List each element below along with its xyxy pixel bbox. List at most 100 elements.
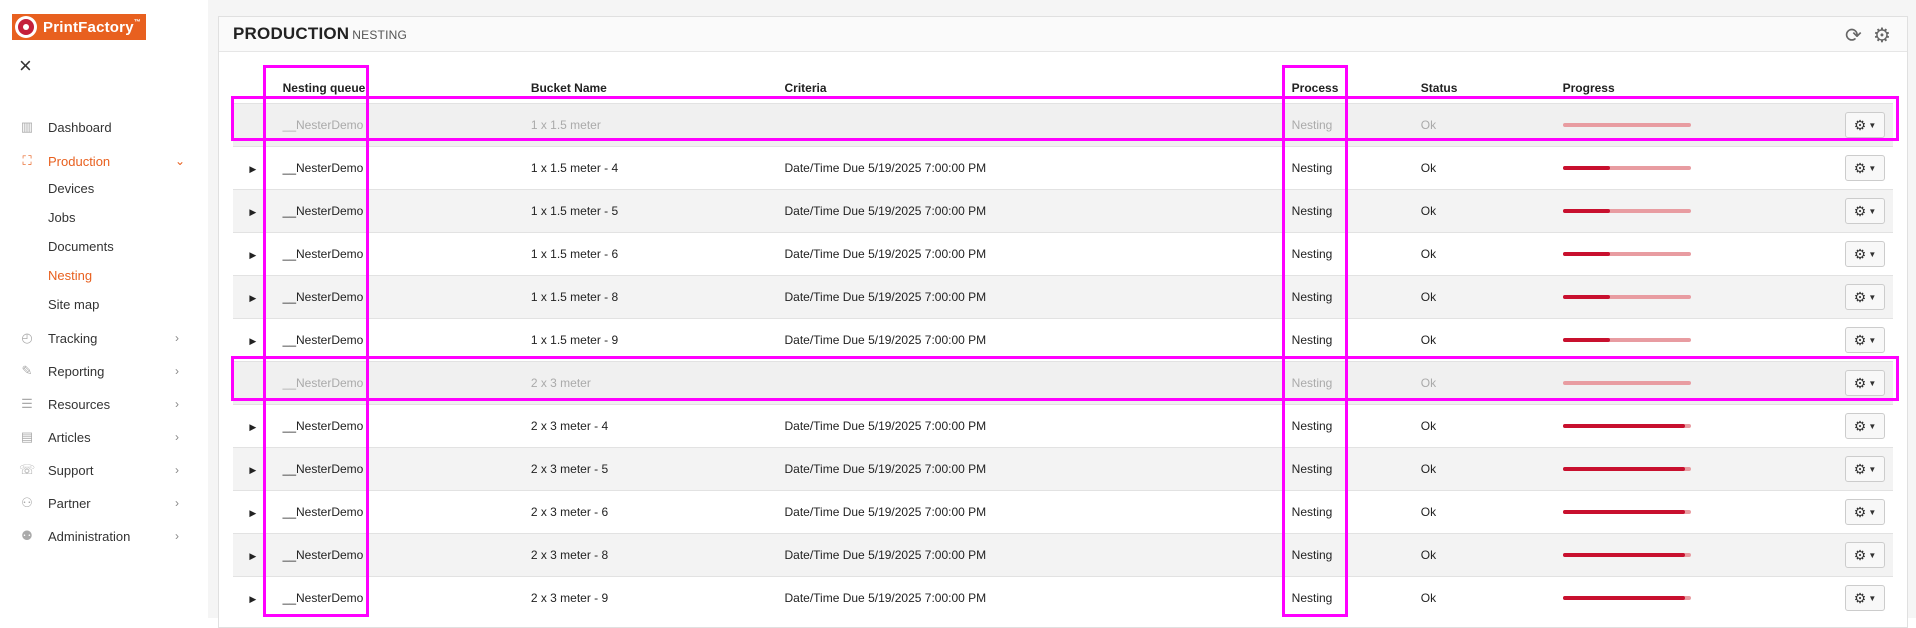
reporting-icon: ✎	[21, 363, 33, 378]
sidebar-item-dashboard[interactable]: ▥ Dashboard	[0, 115, 208, 139]
table-row[interactable]: __NesterDemo 2 x 3 meter Nesting Ok ⚙ ▼	[233, 361, 1893, 405]
row-actions-button[interactable]: ⚙ ▼	[1845, 413, 1885, 439]
cell-nesting-queue: __NesterDemo	[272, 189, 531, 233]
sidebar-item-reporting[interactable]: ✎ Reporting ›	[0, 359, 208, 383]
table-row[interactable]: ▶ __NesterDemo 1 x 1.5 meter - 9 Date/Time …	[233, 318, 1893, 362]
row-actions-button[interactable]: ⚙ ▼	[1845, 585, 1885, 611]
refresh-icon[interactable]: ⟳	[1845, 23, 1862, 48]
printfactory-logo[interactable]: PrintFactory™	[12, 14, 146, 40]
sidebar-item-label: Production	[48, 153, 111, 169]
expand-cell[interactable]: ▶	[233, 318, 273, 362]
cell-criteria: Date/Time Due 5/19/2025 7:00:00 PM	[784, 533, 1282, 577]
cell-bucket-name: 2 x 3 meter - 6	[530, 490, 785, 534]
expand-caret-icon[interactable]: ▶	[249, 422, 256, 432]
sidebar-item-production[interactable]: ⛶ Production ⌄	[0, 149, 208, 173]
table-row[interactable]: ▶ __NesterDemo 2 x 3 meter - 9 Date/Time Du…	[233, 576, 1893, 619]
gear-icon: ⚙	[1853, 375, 1867, 391]
sidebar-subitem-site-map[interactable]: Site map	[48, 297, 99, 312]
table-row[interactable]: __NesterDemo 1 x 1.5 meter Nesting Ok ⚙ ▼	[233, 103, 1893, 147]
sidebar-subitem-devices[interactable]: Devices	[48, 181, 94, 196]
table-row[interactable]: ▶ __NesterDemo 1 x 1.5 meter - 6 Date/Time …	[233, 232, 1893, 276]
expand-caret-icon[interactable]: ▶	[249, 336, 256, 346]
cell-status: Ok	[1420, 232, 1563, 276]
expand-caret-icon[interactable]: ▶	[249, 594, 256, 604]
chevron-down-icon: ⌄	[175, 154, 186, 168]
cell-bucket-name: 1 x 1.5 meter - 4	[530, 146, 785, 190]
cell-status: Ok	[1420, 318, 1563, 362]
nesting-table: Nesting queue Bucket Name Criteria Proce…	[233, 73, 1893, 619]
column-header-nesting-queue[interactable]: Nesting queue	[273, 73, 531, 104]
sidebar-subitem-documents[interactable]: Documents	[48, 239, 114, 254]
expand-caret-icon[interactable]: ▶	[249, 551, 256, 561]
cell-bucket-name: 2 x 3 meter - 5	[530, 447, 785, 491]
row-actions-button[interactable]: ⚙ ▼	[1845, 198, 1885, 224]
cell-status: Ok	[1420, 275, 1563, 319]
caret-down-icon: ▼	[1868, 250, 1877, 260]
column-header-criteria[interactable]: Criteria	[784, 73, 1281, 104]
table-row[interactable]: ▶ __NesterDemo 2 x 3 meter - 4 Date/Time Du…	[233, 404, 1893, 448]
settings-icon[interactable]: ⚙	[1873, 23, 1891, 48]
expand-cell[interactable]: ▶	[233, 533, 273, 577]
row-actions-button[interactable]: ⚙ ▼	[1845, 155, 1885, 181]
expand-cell[interactable]: ▶	[233, 275, 273, 319]
sidebar: PrintFactory™ × ▥ Dashboard ⛶ Production…	[0, 0, 209, 618]
sidebar-item-resources[interactable]: ☰ Resources ›	[0, 392, 208, 416]
expand-cell[interactable]: ▶	[233, 146, 273, 190]
sidebar-subitem-jobs[interactable]: Jobs	[48, 210, 75, 225]
table-row[interactable]: ▶ __NesterDemo 1 x 1.5 meter - 5 Date/Time …	[233, 189, 1893, 233]
row-actions-button[interactable]: ⚙ ▼	[1845, 241, 1885, 267]
chevron-right-icon: ›	[175, 331, 179, 345]
cell-progress	[1562, 404, 1845, 448]
table-row[interactable]: ▶ __NesterDemo 2 x 3 meter - 8 Date/Time Du…	[233, 533, 1893, 577]
expand-cell[interactable]: ▶	[233, 232, 273, 276]
sidebar-item-articles[interactable]: ▤ Articles ›	[0, 425, 208, 449]
table-row[interactable]: ▶ __NesterDemo 1 x 1.5 meter - 4 Date/Time …	[233, 146, 1893, 190]
table-row[interactable]: ▶ __NesterDemo 2 x 3 meter - 5 Date/Time Du…	[233, 447, 1893, 491]
chevron-right-icon: ›	[175, 529, 179, 543]
expand-cell[interactable]: ▶	[233, 404, 273, 448]
row-actions-button[interactable]: ⚙ ▼	[1845, 370, 1885, 396]
column-header-bucket-name[interactable]: Bucket Name	[531, 73, 785, 104]
progress-bar	[1562, 166, 1691, 170]
sidebar-item-partner[interactable]: ⚇ Partner ›	[0, 491, 208, 515]
page-title: PRODUCTION NESTING	[233, 24, 408, 43]
sidebar-subitem-nesting[interactable]: Nesting	[48, 268, 92, 283]
sidebar-item-tracking[interactable]: ◴ Tracking ›	[0, 326, 208, 350]
expand-cell[interactable]: ▶	[233, 490, 273, 534]
row-actions-button[interactable]: ⚙ ▼	[1845, 327, 1885, 353]
table-row[interactable]: ▶ __NesterDemo 1 x 1.5 meter - 8 Date/Time …	[233, 275, 1893, 319]
expand-caret-icon[interactable]: ▶	[249, 250, 256, 260]
cell-status: Ok	[1420, 576, 1563, 619]
expand-cell[interactable]: ▶	[233, 189, 273, 233]
column-header-process[interactable]: Process	[1282, 73, 1421, 104]
expand-caret-icon[interactable]: ▶	[249, 207, 256, 217]
cell-nesting-queue: __NesterDemo	[272, 533, 531, 577]
expand-caret-icon[interactable]: ▶	[249, 293, 256, 303]
row-actions-button[interactable]: ⚙ ▼	[1845, 112, 1885, 138]
expand-caret-icon[interactable]: ▶	[249, 164, 256, 174]
sidebar-item-administration[interactable]: ⚉ Administration ›	[0, 524, 208, 548]
expand-cell[interactable]	[233, 103, 273, 147]
table-row[interactable]: ▶ __NesterDemo 2 x 3 meter - 6 Date/Time Du…	[233, 490, 1893, 534]
expand-caret-icon[interactable]: ▶	[249, 508, 256, 518]
row-actions-button[interactable]: ⚙ ▼	[1845, 456, 1885, 482]
administration-icon: ⚉	[21, 528, 33, 543]
expand-cell[interactable]: ▶	[233, 576, 273, 619]
cell-bucket-name: 1 x 1.5 meter - 9	[530, 318, 785, 362]
sidebar-item-support[interactable]: ☏ Support ›	[0, 458, 208, 482]
progress-bar-fill	[1562, 166, 1610, 170]
row-actions-button[interactable]: ⚙ ▼	[1845, 542, 1885, 568]
expand-caret-icon[interactable]: ▶	[249, 465, 256, 475]
brand-name: PrintFactory	[43, 18, 134, 36]
column-header-status[interactable]: Status	[1421, 73, 1563, 104]
close-icon[interactable]: ×	[19, 55, 37, 77]
expand-cell[interactable]	[233, 361, 273, 405]
row-actions-button[interactable]: ⚙ ▼	[1845, 499, 1885, 525]
progress-bar	[1562, 467, 1691, 471]
expand-cell[interactable]: ▶	[233, 447, 273, 491]
column-header-progress[interactable]: Progress	[1563, 73, 1845, 104]
row-actions-button[interactable]: ⚙ ▼	[1845, 284, 1885, 310]
cell-status: Ok	[1420, 189, 1563, 233]
cell-actions: ⚙ ▼	[1845, 361, 1893, 405]
cell-actions: ⚙ ▼	[1845, 576, 1893, 619]
